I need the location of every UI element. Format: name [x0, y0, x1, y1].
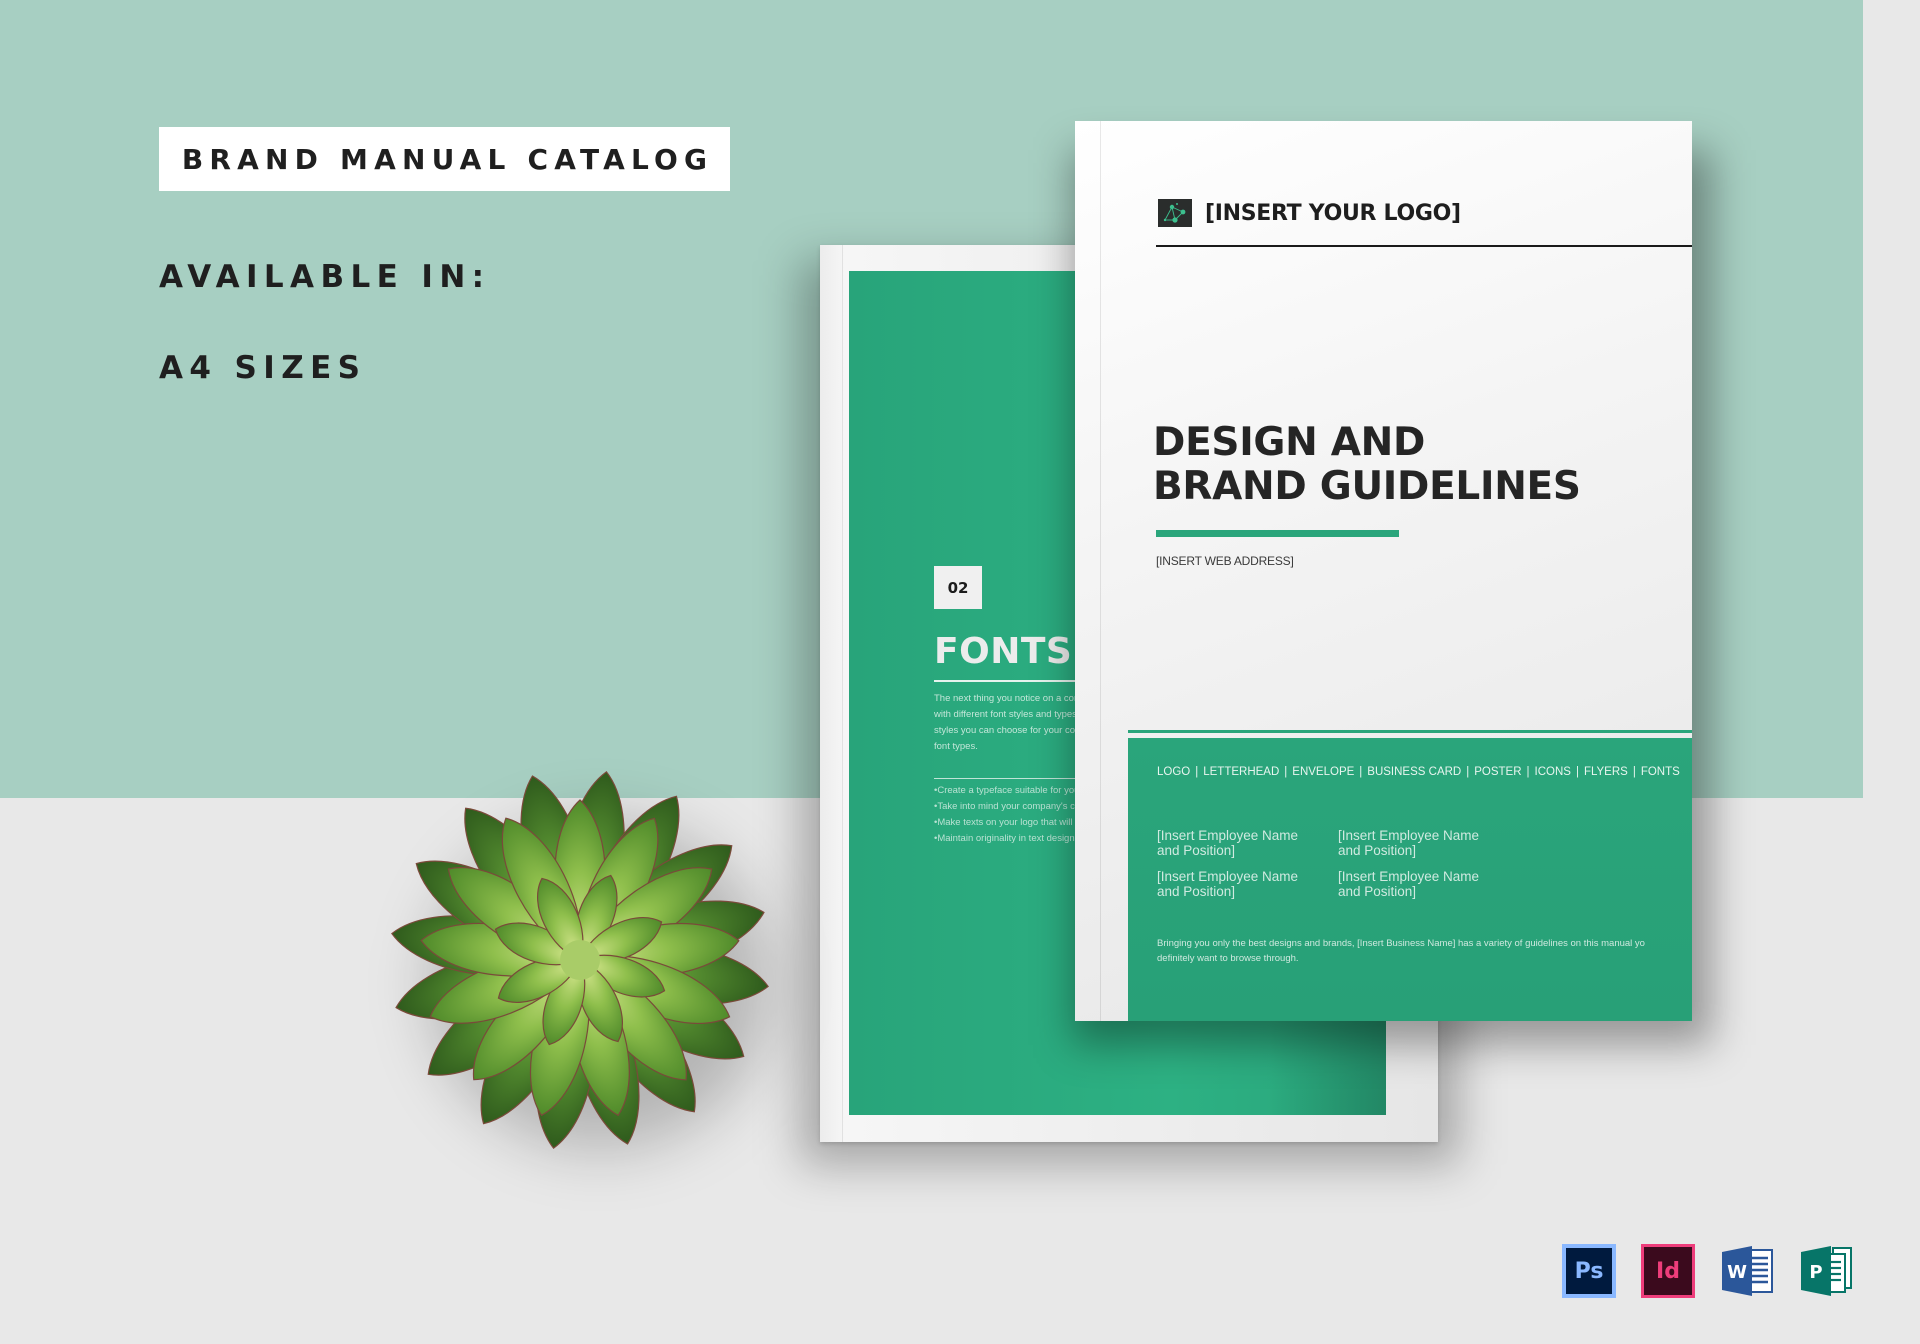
employee-grid: [Insert Employee Name and Position] [Ins…: [1157, 828, 1519, 899]
header-rule: [1156, 245, 1692, 247]
publisher-icon-label: P: [1809, 1262, 1822, 1283]
web-address: [INSERT WEB ADDRESS]: [1156, 554, 1294, 568]
cover-green-band: LOGO | LETTERHEAD | ENVELOPE | BUSINESS …: [1128, 738, 1692, 1021]
succulent-center: [560, 940, 600, 980]
employee-entry: [Insert Employee Name and Position]: [1157, 869, 1338, 899]
back-page-spine: [842, 245, 843, 1142]
nav-item-poster: POSTER: [1474, 766, 1522, 778]
front-cover-spine: [1100, 121, 1101, 1021]
employee-position: and Position]: [1157, 884, 1236, 899]
indesign-icon-label: Id: [1656, 1258, 1680, 1284]
nav-item-fonts: FONTS: [1640, 766, 1680, 778]
front-cover: [INSERT YOUR LOGO] DESIGN AND BRAND GUID…: [1075, 121, 1692, 1021]
nav-separator: |: [1284, 766, 1288, 778]
blurb-line: Bringing you only the best designs and b…: [1157, 938, 1645, 949]
employee-name: [Insert Employee Name: [1338, 828, 1480, 843]
employee-position: and Position]: [1338, 884, 1417, 899]
nav-separator: |: [1632, 766, 1636, 778]
section-number-badge: 02: [934, 566, 982, 609]
nav-item-logo: LOGO: [1157, 766, 1191, 778]
employee-name: [Insert Employee Name: [1157, 869, 1299, 884]
nav-separator: |: [1526, 766, 1530, 778]
employee-name: [Insert Employee Name: [1338, 869, 1480, 884]
employee-position: and Position]: [1157, 843, 1236, 858]
title-accent-bar: [1156, 530, 1399, 537]
employee-entry: [Insert Employee Name and Position]: [1338, 828, 1519, 858]
cover-title: DESIGN AND BRAND GUIDELINES: [1153, 421, 1581, 509]
cover-title-line: BRAND GUIDELINES: [1153, 464, 1581, 509]
catalog-title: BRAND MANUAL CATALOG: [181, 142, 714, 176]
software-icons: Ps Id W P: [1562, 1244, 1853, 1298]
employee-name: [Insert Employee Name: [1157, 828, 1299, 843]
logo-placeholder-text: [INSERT YOUR LOGO]: [1205, 200, 1461, 226]
available-in-label: AVAILABLE IN:: [159, 259, 491, 295]
contents-nav: LOGO | LETTERHEAD | ENVELOPE | BUSINESS …: [1157, 766, 1680, 778]
nav-separator: |: [1359, 766, 1363, 778]
catalog-title-box: BRAND MANUAL CATALOG: [159, 127, 730, 191]
employee-position: and Position]: [1338, 843, 1417, 858]
nav-item-business-card: BUSINESS CARD: [1367, 766, 1462, 778]
word-icon: W: [1722, 1246, 1773, 1296]
nav-item-envelope: ENVELOPE: [1292, 766, 1355, 778]
employee-entry: [Insert Employee Name and Position]: [1157, 828, 1338, 858]
cover-blurb: Bringing you only the best designs and b…: [1157, 936, 1717, 966]
nav-item-flyers: FLYERS: [1583, 766, 1628, 778]
nav-separator: |: [1466, 766, 1470, 778]
word-icon-label: W: [1727, 1262, 1747, 1283]
cover-title-line: DESIGN AND: [1153, 420, 1426, 465]
blurb-line: definitely want to browse through.: [1157, 953, 1299, 964]
indesign-icon: Id: [1641, 1244, 1695, 1298]
logo-row: [INSERT YOUR LOGO]: [1158, 199, 1461, 227]
photoshop-icon-label: Ps: [1574, 1258, 1604, 1284]
nav-item-letterhead: LETTERHEAD: [1203, 766, 1280, 778]
sizes-label: A4 SIZES: [159, 350, 367, 386]
nav-item-icons: ICONS: [1534, 766, 1571, 778]
publisher-icon: P: [1801, 1246, 1852, 1296]
nav-separator: |: [1575, 766, 1579, 778]
network-logo-icon: [1158, 199, 1192, 227]
succulent-plant-image: [391, 771, 769, 1149]
photoshop-icon: Ps: [1562, 1244, 1616, 1298]
employee-entry: [Insert Employee Name and Position]: [1338, 869, 1519, 899]
green-rule: [1128, 730, 1692, 733]
nav-separator: |: [1195, 766, 1199, 778]
